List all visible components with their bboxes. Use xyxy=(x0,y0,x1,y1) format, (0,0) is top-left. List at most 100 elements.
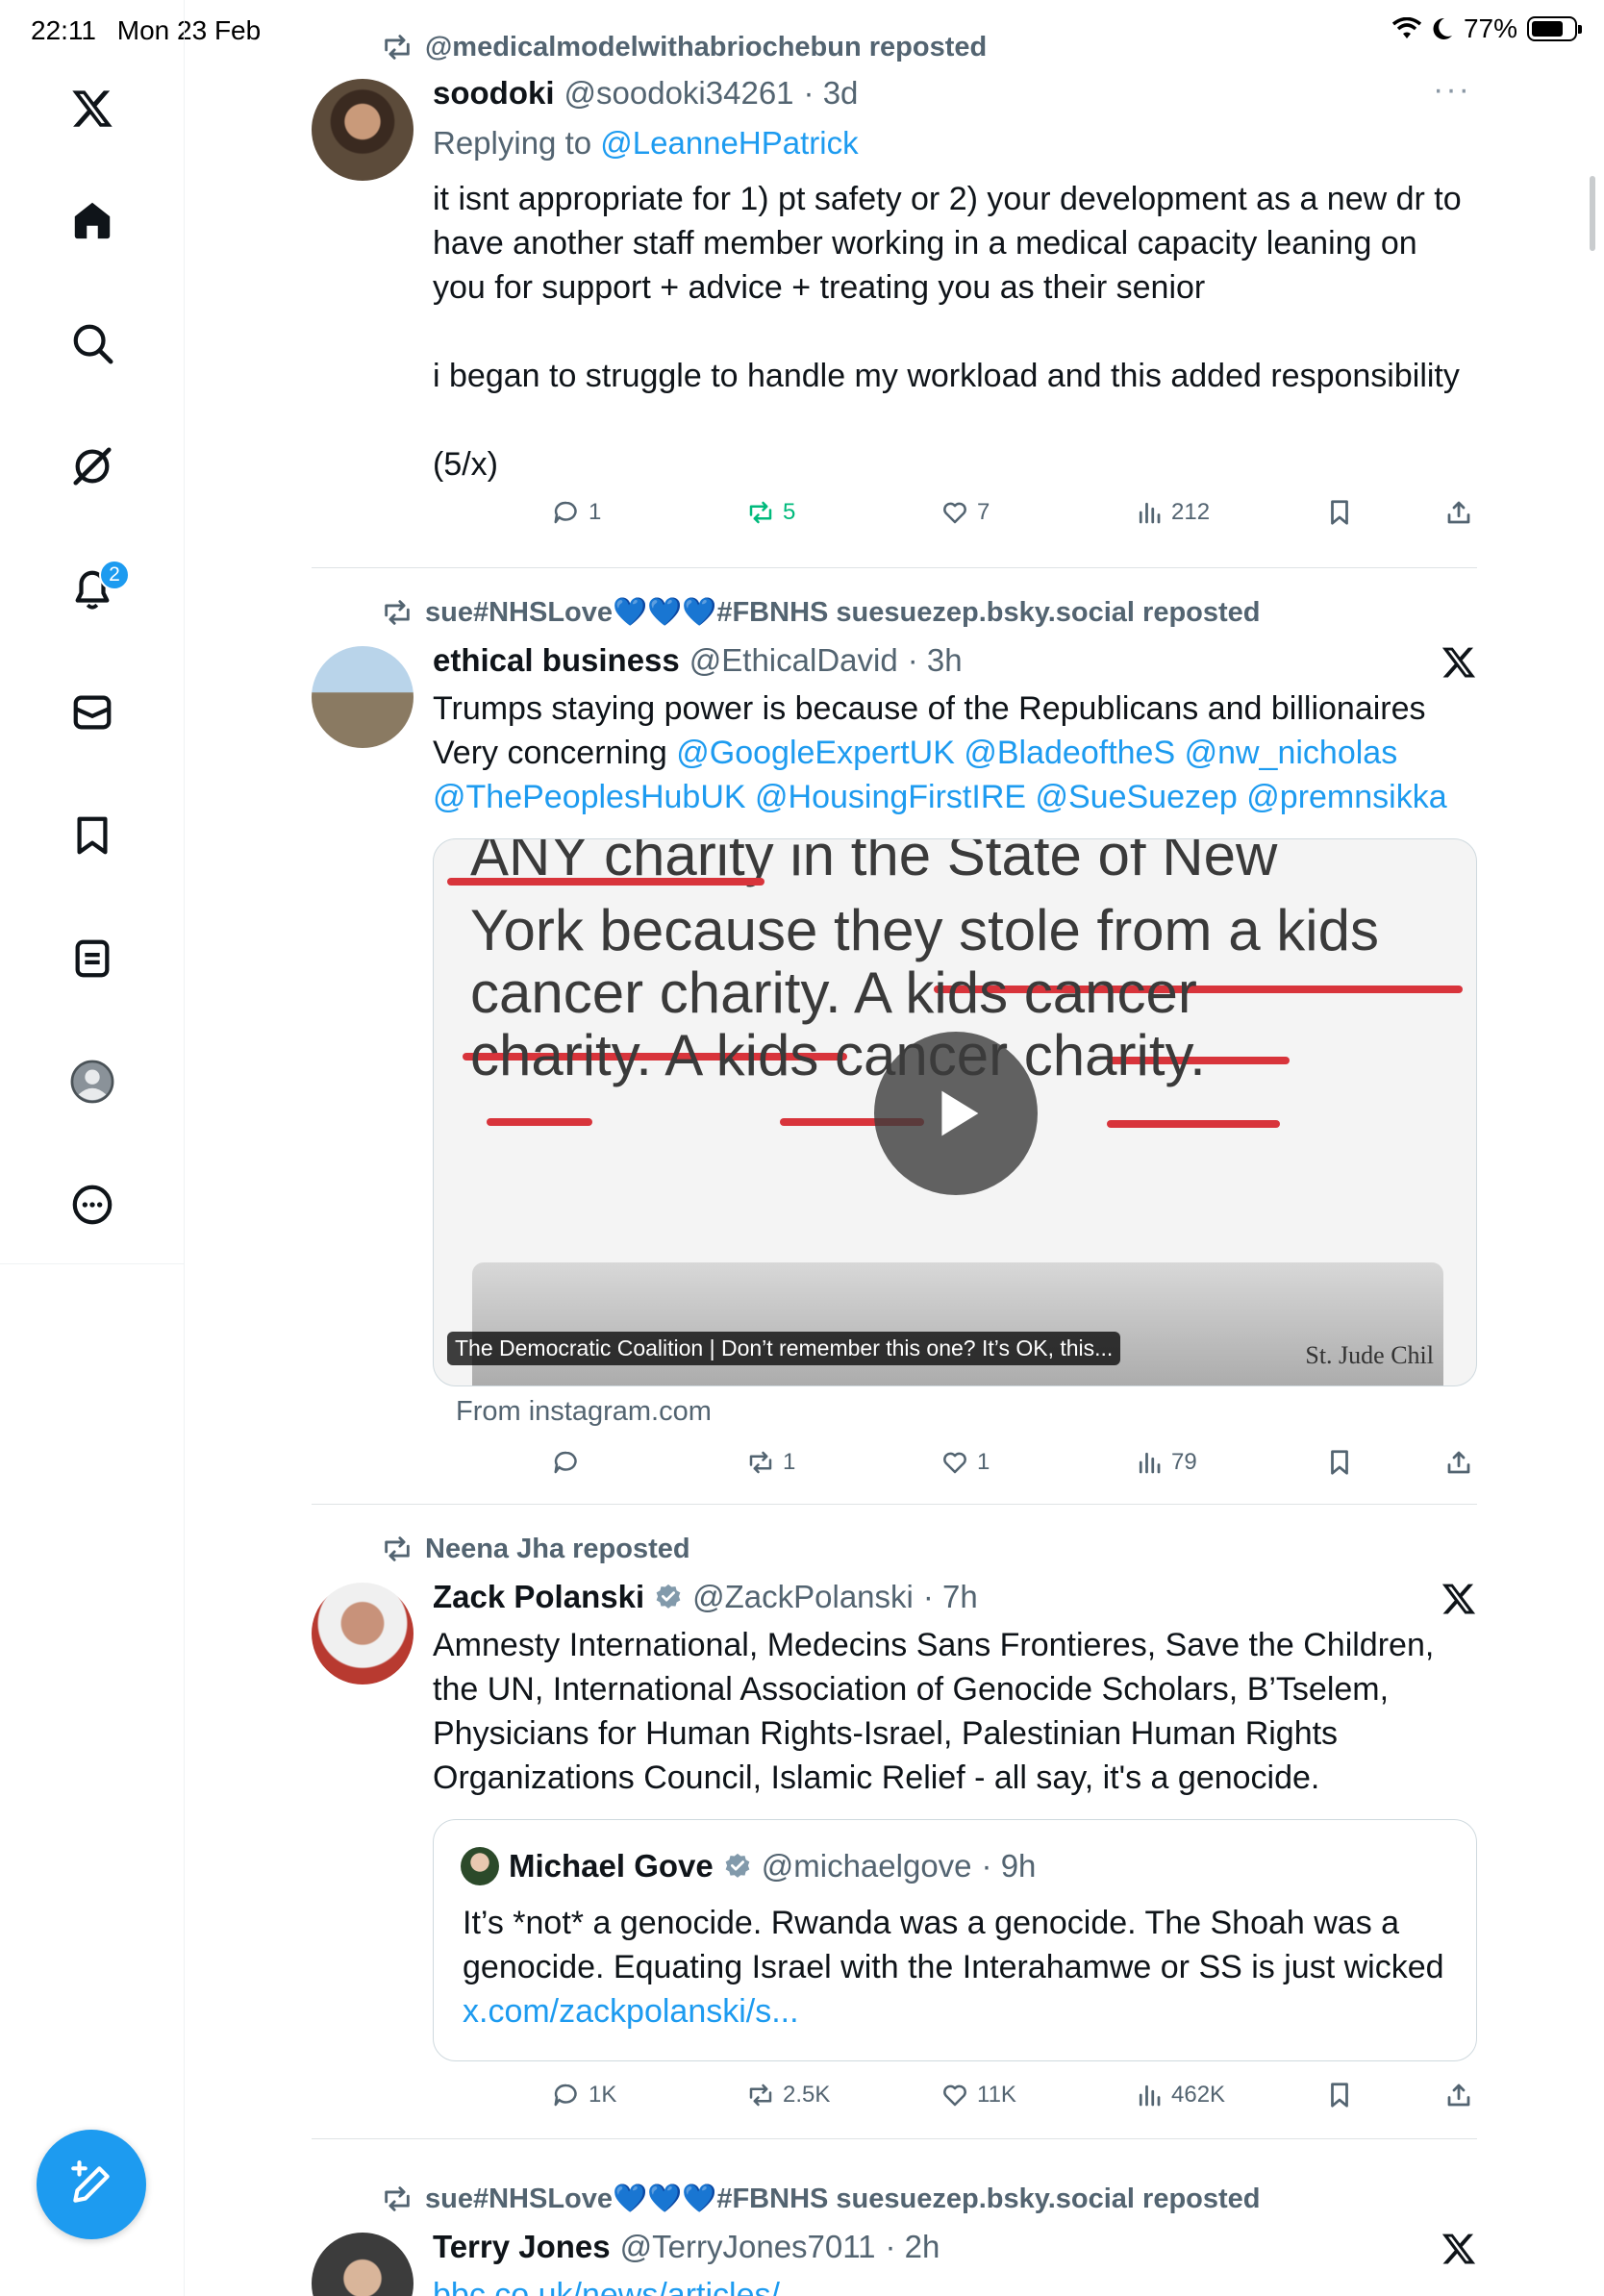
reply-button[interactable]: 1K xyxy=(552,2081,616,2109)
notifications-badge: 2 xyxy=(99,560,130,590)
author-handle[interactable]: @ZackPolanski xyxy=(692,1579,914,1615)
like-count: 7 xyxy=(977,499,990,525)
verified-badge-icon xyxy=(656,1584,681,1609)
views-icon xyxy=(1139,1452,1161,1474)
view-count: 212 xyxy=(1171,499,1211,525)
reply-count: 1K xyxy=(589,2082,617,2108)
repost-icon xyxy=(385,35,410,60)
author-name[interactable]: Zack Polanski xyxy=(433,1579,644,1615)
author-handle[interactable]: @EthicalDavid xyxy=(689,642,898,679)
post-link[interactable]: bbc.co.uk/news/articles/... xyxy=(433,2273,1471,2296)
views-button[interactable]: 462K xyxy=(1135,2081,1225,2109)
quoted-post[interactable]: Michael Gove @michaelgove · 9h It’s *not… xyxy=(433,1819,1477,2061)
avatar[interactable] xyxy=(312,646,414,748)
repost-line: sue#NHSLove💙💙💙#FBNHS suesuezep.bsky.soci… xyxy=(381,596,1261,629)
author-handle[interactable]: @soodoki34261 xyxy=(564,75,794,112)
post-time[interactable]: · 7h xyxy=(923,1579,978,1615)
share-icon xyxy=(1447,1451,1470,1474)
avatar[interactable] xyxy=(312,1583,414,1685)
like-button[interactable]: 7 xyxy=(940,498,990,527)
more-options-icon[interactable]: ··· xyxy=(1433,71,1471,109)
like-button[interactable]: 11K xyxy=(940,2081,1016,2109)
repost-line: Neena Jha reposted xyxy=(381,1533,690,1565)
share-button[interactable] xyxy=(1444,2081,1473,2109)
quoted-author-name[interactable]: Michael Gove xyxy=(509,1848,714,1884)
like-count: 1 xyxy=(977,1449,990,1475)
avatar[interactable] xyxy=(312,2233,414,2296)
divider xyxy=(312,567,1477,568)
author-handle[interactable]: @TerryJones7011 xyxy=(620,2229,876,2265)
avatar[interactable] xyxy=(312,79,414,181)
wifi-icon xyxy=(1391,17,1421,38)
reply-icon xyxy=(554,2084,577,2107)
verified-badge-icon xyxy=(725,1853,750,1878)
grok-icon[interactable] xyxy=(63,437,122,496)
media-source[interactable]: From instagram.com xyxy=(456,1396,712,1428)
x-logo-icon[interactable] xyxy=(63,79,122,138)
repost-by: sue#NHSLove💙💙💙#FBNHS suesuezep.bsky.soci… xyxy=(425,597,1261,628)
battery-percent: 77% xyxy=(1463,13,1517,43)
search-icon[interactable] xyxy=(63,313,122,373)
play-button[interactable] xyxy=(874,1032,1038,1195)
media-corner-text: St. Jude Chil xyxy=(1305,1341,1434,1369)
quoted-avatar[interactable] xyxy=(461,1847,499,1885)
view-count: 79 xyxy=(1171,1449,1197,1475)
repost-icon xyxy=(749,2084,772,2107)
moon-icon xyxy=(1433,17,1452,39)
author-name[interactable]: Terry Jones xyxy=(433,2229,611,2265)
repost-icon xyxy=(385,1536,410,1561)
quoted-author-handle[interactable]: @michaelgove xyxy=(762,1848,972,1884)
x-logo-icon xyxy=(1441,2234,1476,2264)
x-logo-icon xyxy=(1441,647,1476,678)
bookmark-button[interactable] xyxy=(1325,2081,1354,2109)
home-icon[interactable] xyxy=(63,190,122,250)
repost-button[interactable]: 5 xyxy=(746,498,795,527)
notifications-icon[interactable]: 2 xyxy=(63,560,130,619)
share-icon xyxy=(1447,2084,1470,2107)
repost-icon xyxy=(749,501,772,524)
divider xyxy=(312,1504,1477,1505)
compose-button[interactable] xyxy=(37,2130,146,2239)
reply-to-link[interactable]: @LeanneHPatrick xyxy=(600,125,858,161)
lists-icon[interactable] xyxy=(63,929,122,988)
views-button[interactable]: 79 xyxy=(1135,1448,1197,1477)
repost-icon xyxy=(385,2186,410,2211)
post-time[interactable]: · 3h xyxy=(908,642,963,679)
status-bar-right: 77% xyxy=(1391,13,1582,44)
reply-button[interactable] xyxy=(552,1448,589,1477)
bookmarks-icon[interactable] xyxy=(63,806,122,865)
repost-button[interactable]: 2.5K xyxy=(746,2081,830,2109)
repost-button[interactable]: 1 xyxy=(746,1448,795,1477)
bookmark-icon xyxy=(1331,1450,1348,1475)
post-time[interactable]: · 3d xyxy=(804,75,859,112)
reply-button[interactable]: 1 xyxy=(552,498,601,527)
profile-icon[interactable] xyxy=(63,1052,122,1111)
repost-by: sue#NHSLove💙💙💙#FBNHS suesuezep.bsky.soci… xyxy=(425,2184,1261,2214)
reply-prefix: Replying to xyxy=(433,125,601,161)
quoted-link[interactable]: x.com/zackpolanski/s... xyxy=(463,1993,799,2030)
video-card[interactable]: ANY charity in the State of New York bec… xyxy=(433,838,1477,1386)
like-button[interactable]: 1 xyxy=(940,1448,990,1477)
media-text-line: cancer charity. A kids cancer xyxy=(470,961,1197,1025)
views-button[interactable]: 212 xyxy=(1135,498,1210,527)
repost-line: @medicalmodelwithabriochebun reposted xyxy=(381,31,987,63)
post-time[interactable]: · 2h xyxy=(886,2229,940,2265)
messages-icon[interactable] xyxy=(63,683,122,742)
divider xyxy=(312,2138,1477,2139)
bookmark-button[interactable] xyxy=(1325,1448,1354,1477)
quoted-post-text: It’s *not* a genocide. Rwanda was a geno… xyxy=(463,1901,1463,2034)
views-icon xyxy=(1139,502,1161,524)
author-name[interactable]: soodoki xyxy=(433,75,555,112)
share-button[interactable] xyxy=(1444,498,1473,527)
repost-count: 1 xyxy=(783,1449,796,1475)
more-icon[interactable] xyxy=(63,1175,122,1235)
author-name[interactable]: ethical business xyxy=(433,642,680,679)
quoted-post-time[interactable]: · 9h xyxy=(982,1848,1037,1884)
views-icon xyxy=(1139,2084,1161,2107)
compose-icon xyxy=(71,2160,110,2203)
post-text: Amnesty International, Medecins Sans Fro… xyxy=(433,1627,1443,1796)
share-button[interactable] xyxy=(1444,1448,1473,1477)
post-actions: 1K 2.5K 11K 462K xyxy=(433,2081,1470,2119)
scrollbar[interactable] xyxy=(1590,176,1595,251)
bookmark-button[interactable] xyxy=(1325,498,1354,527)
